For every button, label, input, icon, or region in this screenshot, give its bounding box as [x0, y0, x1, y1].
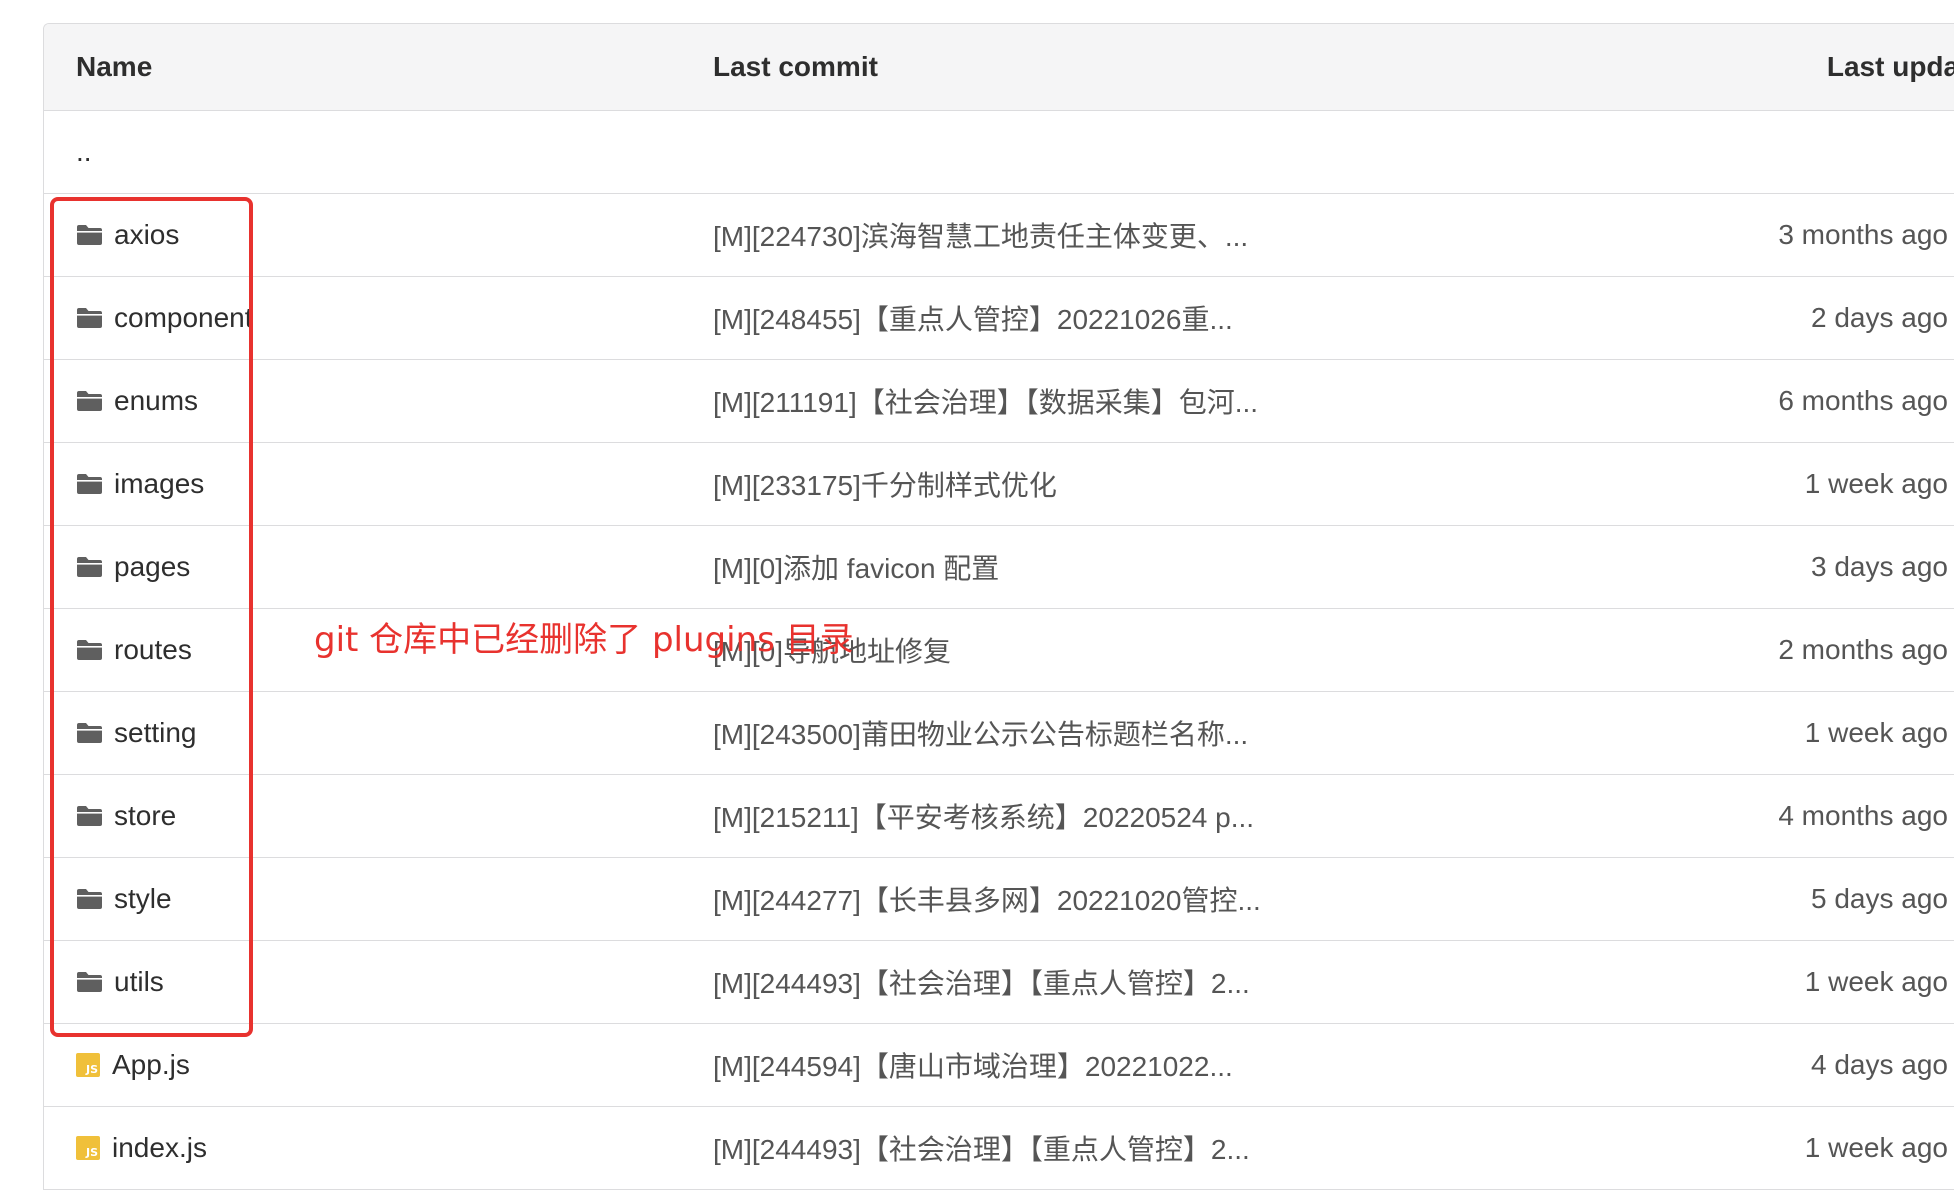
- row-commit-link[interactable]: [M][211191]【社会治理】【数据采集】包河...: [713, 360, 1258, 442]
- row-commit-link[interactable]: [M][244493]【社会治理】【重点人管控】2...: [713, 1107, 1250, 1189]
- row-commit-link[interactable]: [M][215211]【平安考核系统】20220524 p...: [713, 775, 1254, 857]
- row-last-update: 2 months ago: [1778, 634, 1948, 665]
- row-name-link[interactable]: App.js: [112, 1049, 190, 1081]
- table-row[interactable]: pages [M][0]添加 favicon 配置 3 days ago: [44, 526, 1954, 609]
- file-table: Name Last commit Last update .. axios [M…: [43, 23, 1954, 1190]
- row-commit-link[interactable]: [M][224730]滨海智慧工地责任主体变更、...: [713, 194, 1248, 276]
- table-row[interactable]: images [M][233175]千分制样式优化 1 week ago: [44, 443, 1954, 526]
- row-last-update: 1 week ago: [1804, 966, 1948, 997]
- row-name-cell[interactable]: JS index.js: [76, 1107, 207, 1189]
- table-row[interactable]: axios [M][224730]滨海智慧工地责任主体变更、... 3 mont…: [44, 194, 1954, 277]
- row-last-update: 1 week ago: [1804, 468, 1948, 499]
- row-last-update: 1 week ago: [1804, 717, 1948, 748]
- table-row[interactable]: component [M][248455]【重点人管控】20221026重...…: [44, 277, 1954, 360]
- row-last-update: 5 days ago: [1811, 883, 1948, 914]
- js-badge-label: JS: [85, 1146, 98, 1159]
- row-commit-link[interactable]: [M][243500]莆田物业公示公告标题栏名称...: [713, 692, 1248, 774]
- row-last-update: 1 week ago: [1804, 1132, 1948, 1163]
- table-row[interactable]: enums [M][211191]【社会治理】【数据采集】包河... 6 mon…: [44, 360, 1954, 443]
- row-commit-link[interactable]: [M][248455]【重点人管控】20221026重...: [713, 277, 1233, 359]
- parent-directory-link[interactable]: ..: [76, 111, 92, 193]
- table-row[interactable]: JS App.js [M][244594]【唐山市域治理】20221022... …: [44, 1024, 1954, 1107]
- table-row[interactable]: setting [M][243500]莆田物业公示公告标题栏名称... 1 we…: [44, 692, 1954, 775]
- table-row[interactable]: utils [M][244493]【社会治理】【重点人管控】2... 1 wee…: [44, 941, 1954, 1024]
- header-last-update: Last update: [1826, 51, 1954, 82]
- annotation-text: git 仓库中已经删除了 plugins 目录: [314, 620, 854, 660]
- js-badge-label: JS: [85, 1063, 98, 1076]
- header-last-commit: Last commit: [713, 51, 878, 82]
- annotation-highlight-box: [50, 197, 253, 1037]
- row-last-update: 6 months ago: [1778, 385, 1948, 416]
- table-header: Name Last commit Last update: [44, 24, 1954, 111]
- row-commit-link[interactable]: [M][233175]千分制样式优化: [713, 443, 1057, 525]
- row-commit-link[interactable]: [M][0]添加 favicon 配置: [713, 526, 999, 608]
- parent-directory-row[interactable]: ..: [44, 111, 1954, 194]
- row-name-link[interactable]: index.js: [112, 1132, 207, 1164]
- js-file-icon: JS: [76, 1136, 100, 1160]
- js-file-icon: JS: [76, 1053, 100, 1077]
- row-last-update: 3 days ago: [1811, 551, 1948, 582]
- header-name: Name: [76, 51, 153, 82]
- table-row[interactable]: style [M][244277]【长丰县多网】20221020管控... 5 …: [44, 858, 1954, 941]
- row-last-update: 4 days ago: [1811, 1049, 1948, 1080]
- row-commit-link[interactable]: [M][244594]【唐山市域治理】20221022...: [713, 1024, 1233, 1106]
- row-last-update: 2 days ago: [1811, 302, 1948, 333]
- table-row[interactable]: store [M][215211]【平安考核系统】20220524 p... 4…: [44, 775, 1954, 858]
- row-last-update: 4 months ago: [1778, 800, 1948, 831]
- row-commit-link[interactable]: [M][244277]【长丰县多网】20221020管控...: [713, 858, 1261, 940]
- row-commit-link[interactable]: [M][244493]【社会治理】【重点人管控】2...: [713, 941, 1250, 1023]
- table-row[interactable]: JS index.js [M][244493]【社会治理】【重点人管控】2... …: [44, 1107, 1954, 1190]
- row-last-update: 3 months ago: [1778, 219, 1948, 250]
